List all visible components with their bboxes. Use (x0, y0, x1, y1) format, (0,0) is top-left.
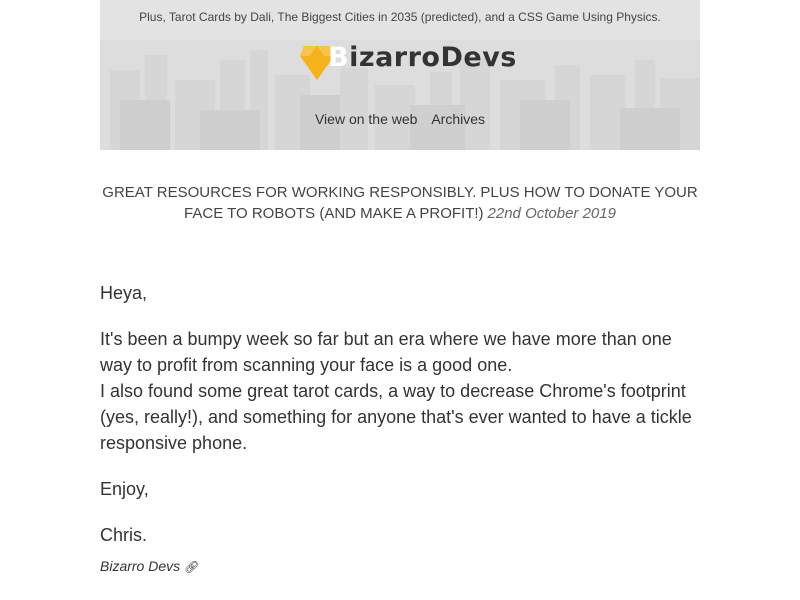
logo-text: BizarroDevs (328, 42, 517, 73)
newsletter-header: Plus, Tarot Cards by Dali, The Biggest C… (100, 0, 700, 150)
link-icon: 🔗︎ (184, 560, 200, 574)
author-name: Chris. (100, 525, 148, 545)
issue-date: 22nd October 2019 (487, 205, 616, 222)
intro-paragraph: It's been a bumpy week so far but an era… (100, 326, 700, 456)
intro-line-2: I also found some great tarot cards, a w… (100, 381, 692, 453)
signature[interactable]: Bizarro Devs 🔗︎ (100, 558, 199, 574)
subject-line-2: face to robots (and make a profit!) 22nd … (100, 203, 700, 224)
preheader-text: Plus, Tarot Cards by Dali, The Biggest C… (139, 10, 661, 24)
email-body: Heya, It's been a bumpy week so far but … (100, 280, 700, 568)
closing: Enjoy, (100, 479, 149, 499)
archives-link[interactable]: Archives (431, 111, 485, 127)
logo-letter: B (328, 42, 350, 73)
signature-label: Bizarro Devs (100, 558, 181, 574)
subject-line-1: Great resources for working responsibly.… (102, 184, 698, 201)
intro-line-1: It's been a bumpy week so far but an era… (100, 329, 672, 375)
view-on-web-link[interactable]: View on the web (315, 111, 417, 127)
subject-line-2-text: face to robots (and make a profit!) (184, 205, 484, 222)
subject-heading: Great resources for working responsibly.… (100, 182, 700, 224)
bizarrodevs-logo[interactable]: BizarroDevs (300, 42, 516, 82)
header-nav: View on the web Archives (100, 111, 700, 127)
greeting: Heya, (100, 283, 148, 303)
logo-rest: izarroDevs (349, 42, 517, 73)
